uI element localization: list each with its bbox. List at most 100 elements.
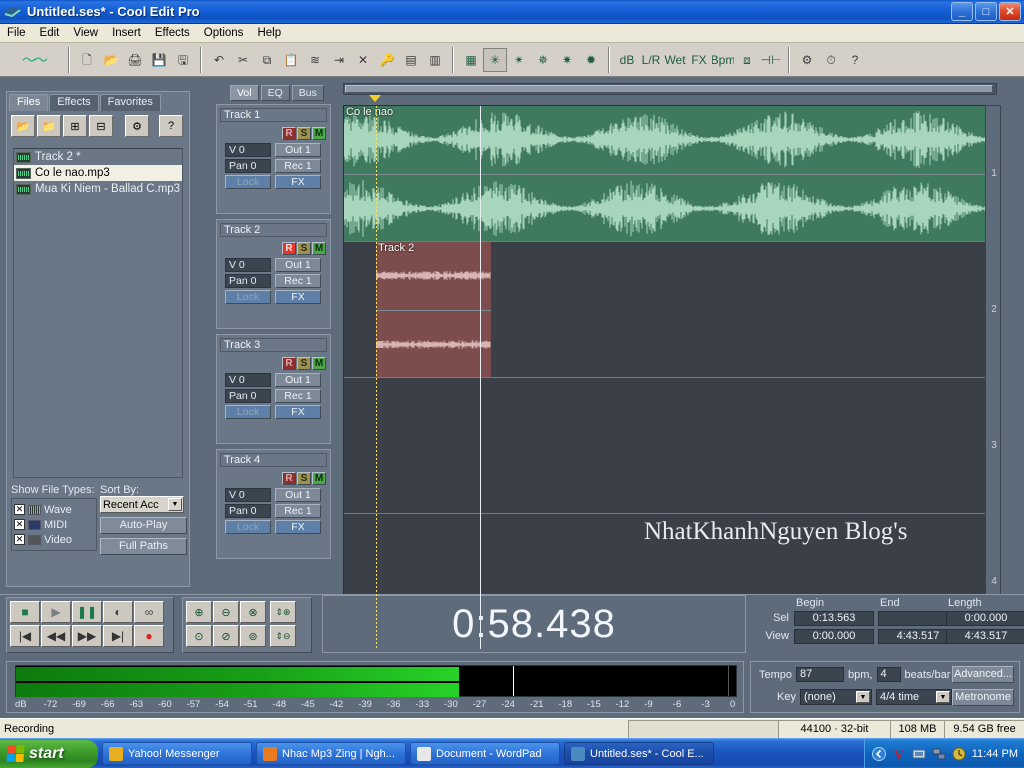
undo-button[interactable]: ↶ bbox=[207, 47, 231, 72]
menu-item-options[interactable]: Options bbox=[197, 26, 251, 40]
tempo-envelope-button[interactable]: Bpm bbox=[711, 47, 735, 72]
tab-favorites[interactable]: Favorites bbox=[99, 94, 161, 111]
checkbox-wave[interactable]: ✕ bbox=[14, 504, 25, 515]
track-lane-1[interactable]: Co le nao bbox=[344, 106, 996, 242]
output-button[interactable]: Out 1 bbox=[275, 143, 321, 157]
audio-clip[interactable]: Co le nao bbox=[344, 106, 996, 241]
insert-into-multitrack-button[interactable]: ⊞ bbox=[63, 115, 87, 137]
print-button[interactable]: 🖨 bbox=[123, 47, 147, 72]
record-device-button[interactable]: Rec 1 bbox=[275, 159, 321, 173]
insert-play-button[interactable]: ⊟ bbox=[89, 115, 113, 137]
pan-field[interactable]: Pan 0 bbox=[225, 504, 271, 518]
cue-list-button[interactable]: 🔑 bbox=[375, 47, 399, 72]
mute-button[interactable]: M bbox=[312, 127, 326, 140]
trim-button[interactable]: ⇥ bbox=[327, 47, 351, 72]
volume-envelope-button[interactable]: dB bbox=[615, 47, 639, 72]
rewind-button[interactable]: ◀◀ bbox=[41, 625, 71, 647]
snap-button[interactable]: ▦ bbox=[459, 47, 483, 72]
go-to-end-button[interactable]: ▶| bbox=[103, 625, 133, 647]
edit-cursor[interactable] bbox=[375, 106, 377, 649]
paste-button[interactable]: 📋 bbox=[279, 47, 303, 72]
fx-envelope-button[interactable]: FX bbox=[687, 47, 711, 72]
record-arm-button[interactable]: R bbox=[282, 242, 296, 255]
file-type-row[interactable]: ✕ Wave bbox=[14, 502, 94, 517]
wave-block-button[interactable]: ✵ bbox=[531, 47, 555, 72]
new-file-button[interactable]: 🗋 bbox=[75, 47, 99, 72]
crossfade-button[interactable]: ⊣⊢ bbox=[759, 47, 783, 72]
metronome-button[interactable]: Metronome bbox=[952, 689, 1014, 706]
mixdown-button[interactable]: ✹ bbox=[579, 47, 603, 72]
pan-envelope-button[interactable]: L/R bbox=[639, 47, 663, 72]
track-name[interactable]: Track 4 bbox=[220, 453, 327, 467]
taskbar-item[interactable]: Yahoo! Messenger bbox=[102, 742, 252, 765]
level-meters[interactable]: dB -72 -69 -66 -63 -60 -57 -54 -51 -48 -45 -42 -39 -3… bbox=[6, 661, 744, 713]
record-arm-button[interactable]: R bbox=[282, 127, 296, 140]
wet-dry-envelope-button[interactable]: Wet bbox=[663, 47, 687, 72]
loop-play-button[interactable]: ∞ bbox=[134, 601, 164, 623]
record-arm-button[interactable]: R bbox=[282, 357, 296, 370]
selection-sel-begin[interactable]: 0:13.563 bbox=[794, 611, 874, 626]
start-button[interactable]: start bbox=[0, 739, 98, 768]
checkbox-midi[interactable]: ✕ bbox=[14, 519, 25, 530]
multitrack-view-button[interactable]: 〜〜 bbox=[5, 47, 63, 72]
taskbar-item[interactable]: Nhac Mp3 Zing | Ngh... bbox=[256, 742, 406, 765]
fx-button[interactable]: FX bbox=[275, 520, 321, 534]
record-device-button[interactable]: Rec 1 bbox=[275, 504, 321, 518]
zoom-out-full-both-button[interactable]: ⊗ bbox=[240, 601, 266, 623]
zoom-to-right-edge-button[interactable]: ⊚ bbox=[240, 625, 266, 647]
menu-item-file[interactable]: File bbox=[0, 26, 33, 40]
track-view-tab-bus[interactable]: Bus bbox=[291, 85, 324, 101]
mix-paste-button[interactable]: ≋ bbox=[303, 47, 327, 72]
open-file-button[interactable]: 📂 bbox=[99, 47, 123, 72]
track-lane-2[interactable]: Track 2 bbox=[344, 242, 996, 378]
track-name[interactable]: Track 2 bbox=[220, 223, 327, 237]
time-window-button[interactable]: ⏱ bbox=[819, 47, 843, 72]
solo-button[interactable]: S bbox=[297, 242, 311, 255]
options-button[interactable]: ⚙ bbox=[795, 47, 819, 72]
track-lane-3[interactable] bbox=[344, 378, 996, 514]
loop-clip-button[interactable]: ✴ bbox=[507, 47, 531, 72]
solo-button[interactable]: S bbox=[297, 357, 311, 370]
file-list[interactable]: Track 2 * Co le nao.mp3 Mua Ki Niem - Ball… bbox=[13, 148, 183, 478]
track-view-tab-eq[interactable]: EQ bbox=[260, 85, 290, 101]
auto-play-button[interactable]: Auto-Play bbox=[99, 517, 187, 534]
cursor-marker-icon[interactable] bbox=[368, 95, 381, 102]
lock-button[interactable]: Lock bbox=[225, 290, 271, 304]
delete-selection-button[interactable]: ✕ bbox=[351, 47, 375, 72]
record-arm-button[interactable]: R bbox=[282, 472, 296, 485]
tempo-input[interactable]: 87 bbox=[796, 667, 845, 682]
zoom-in-horizontal-button[interactable]: ⊕ bbox=[186, 601, 212, 623]
tab-effects[interactable]: Effects bbox=[49, 94, 99, 111]
chevron-down-icon[interactable]: ▼ bbox=[855, 691, 870, 703]
go-to-beginning-button[interactable]: |◀ bbox=[10, 625, 40, 647]
menu-item-edit[interactable]: Edit bbox=[33, 26, 67, 40]
playhead[interactable] bbox=[480, 106, 482, 649]
play-to-end-button[interactable]: ◐ bbox=[103, 601, 133, 623]
list-item[interactable]: Track 2 * bbox=[14, 149, 182, 165]
lock-button[interactable]: Lock bbox=[225, 405, 271, 419]
play-list-button[interactable]: ▤ bbox=[399, 47, 423, 72]
fx-button[interactable]: FX bbox=[275, 290, 321, 304]
mute-button[interactable]: M bbox=[312, 242, 326, 255]
pause-button[interactable]: ❚❚ bbox=[72, 601, 102, 623]
fast-forward-button[interactable]: ▶▶ bbox=[72, 625, 102, 647]
ruler-button[interactable]: ✷ bbox=[555, 47, 579, 72]
track-surface[interactable]: Co le nao Track 2 NhatKhanhNguyen Blog's bbox=[343, 105, 997, 650]
menu-item-insert[interactable]: Insert bbox=[105, 26, 148, 40]
volume-field[interactable]: V 0 bbox=[225, 373, 271, 387]
list-item[interactable]: Co le nao.mp3 bbox=[14, 165, 182, 181]
open-file-button[interactable]: 📂 bbox=[11, 115, 35, 137]
track-view-tab-vol[interactable]: Vol bbox=[230, 85, 259, 101]
volume-field[interactable]: V 0 bbox=[225, 488, 271, 502]
zoom-in-vertical-button[interactable]: ⇕⊕ bbox=[270, 601, 296, 623]
antivirus-icon[interactable]: V bbox=[892, 747, 906, 762]
group-clips-button[interactable]: ⧈ bbox=[735, 47, 759, 72]
minimize-button[interactable]: _ bbox=[951, 2, 973, 21]
audio-clip[interactable]: Track 2 bbox=[375, 242, 492, 377]
pan-field[interactable]: Pan 0 bbox=[225, 274, 271, 288]
network-icon[interactable] bbox=[932, 747, 946, 761]
key-select[interactable]: (none) ▼ bbox=[799, 689, 872, 705]
mute-button[interactable]: M bbox=[312, 357, 326, 370]
menu-item-view[interactable]: View bbox=[66, 26, 105, 40]
selection-view-length[interactable]: 4:43.517 bbox=[946, 629, 1024, 644]
